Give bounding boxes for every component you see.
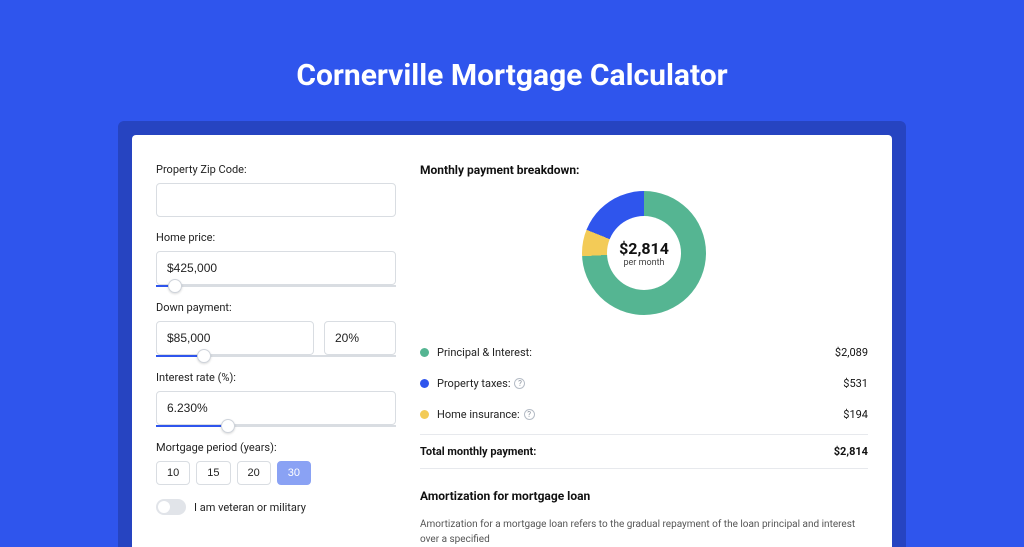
amortization-text: Amortization for a mortgage loan refers … bbox=[420, 517, 868, 547]
calculator-card: Property Zip Code: Home price: Down paym… bbox=[132, 135, 892, 547]
info-icon[interactable]: ? bbox=[524, 409, 535, 420]
legend-value: $531 bbox=[843, 377, 868, 390]
period-btn-30[interactable]: 30 bbox=[277, 461, 311, 485]
donut-chart-container: $2,814 per month bbox=[420, 191, 868, 315]
total-label: Total monthly payment: bbox=[420, 445, 536, 458]
down-payment-label: Down payment: bbox=[156, 301, 396, 314]
donut-chart: $2,814 per month bbox=[582, 191, 706, 315]
field-down-payment: Down payment: bbox=[156, 301, 396, 357]
slider-thumb[interactable] bbox=[168, 279, 182, 293]
donut-sub: per month bbox=[623, 258, 664, 268]
donut-center: $2,814 per month bbox=[607, 216, 681, 290]
legend-dot bbox=[420, 410, 429, 419]
breakdown-title: Monthly payment breakdown: bbox=[420, 163, 868, 177]
home-price-slider[interactable] bbox=[156, 285, 396, 287]
interest-rate-label: Interest rate (%): bbox=[156, 371, 396, 384]
interest-rate-slider[interactable] bbox=[156, 425, 396, 427]
breakdown-column: Monthly payment breakdown: $2,814 per mo… bbox=[420, 163, 868, 547]
period-options: 10 15 20 30 bbox=[156, 461, 396, 485]
zip-label: Property Zip Code: bbox=[156, 163, 396, 176]
field-zip: Property Zip Code: bbox=[156, 163, 396, 217]
total-value: $2,814 bbox=[834, 445, 868, 458]
legend-dot bbox=[420, 379, 429, 388]
legend-value: $2,089 bbox=[835, 346, 868, 359]
period-btn-10[interactable]: 10 bbox=[156, 461, 190, 485]
legend-label: Principal & Interest: bbox=[437, 346, 835, 359]
slider-thumb[interactable] bbox=[197, 349, 211, 363]
period-label: Mortgage period (years): bbox=[156, 441, 396, 454]
slider-thumb[interactable] bbox=[221, 419, 235, 433]
field-period: Mortgage period (years): 10 15 20 30 bbox=[156, 441, 396, 485]
card-shadow: Property Zip Code: Home price: Down paym… bbox=[118, 121, 906, 547]
amortization-title: Amortization for mortgage loan bbox=[420, 489, 868, 503]
veteran-row: I am veteran or military bbox=[156, 499, 396, 515]
form-column: Property Zip Code: Home price: Down paym… bbox=[156, 163, 396, 547]
legend-dot bbox=[420, 348, 429, 357]
period-btn-15[interactable]: 15 bbox=[196, 461, 230, 485]
period-btn-20[interactable]: 20 bbox=[237, 461, 271, 485]
donut-amount: $2,814 bbox=[619, 239, 669, 258]
legend-label: Property taxes: ? bbox=[437, 377, 843, 390]
veteran-toggle[interactable] bbox=[156, 499, 186, 515]
home-price-label: Home price: bbox=[156, 231, 396, 244]
legend-home-insurance: Home insurance: ? $194 bbox=[420, 399, 868, 430]
toggle-knob bbox=[158, 501, 170, 513]
field-home-price: Home price: bbox=[156, 231, 396, 287]
down-payment-percent-input[interactable] bbox=[324, 321, 396, 355]
interest-rate-input[interactable] bbox=[156, 391, 396, 425]
legend-label: Home insurance: ? bbox=[437, 408, 843, 421]
info-icon[interactable]: ? bbox=[514, 378, 525, 389]
legend-principal-interest: Principal & Interest: $2,089 bbox=[420, 337, 868, 368]
home-price-input[interactable] bbox=[156, 251, 396, 285]
legend-value: $194 bbox=[843, 408, 868, 421]
field-interest-rate: Interest rate (%): bbox=[156, 371, 396, 427]
down-payment-slider[interactable] bbox=[156, 355, 396, 357]
legend-property-taxes: Property taxes: ? $531 bbox=[420, 368, 868, 399]
page-title: Cornerville Mortgage Calculator bbox=[296, 58, 727, 93]
zip-input[interactable] bbox=[156, 183, 396, 217]
down-payment-amount-input[interactable] bbox=[156, 321, 314, 355]
total-row: Total monthly payment: $2,814 bbox=[420, 434, 868, 469]
